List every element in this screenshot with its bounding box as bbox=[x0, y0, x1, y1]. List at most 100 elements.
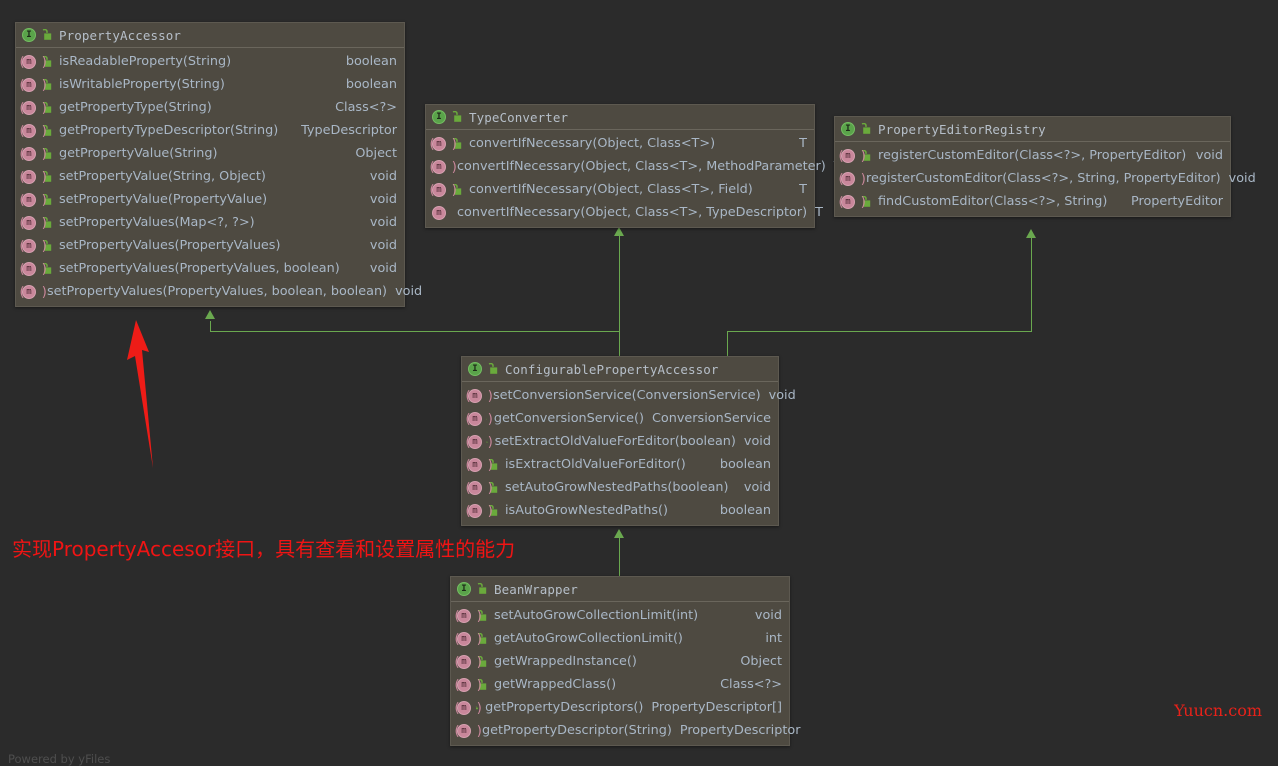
uml-member-row[interactable]: setPropertyValues(PropertyValues, boolea… bbox=[16, 280, 423, 303]
member-return-type: boolean bbox=[345, 77, 397, 92]
footer-attribution: Powered by yFiles bbox=[8, 752, 111, 766]
member-signature: convertIfNecessary(Object, Class<T>) bbox=[469, 136, 716, 151]
uml-class-header-property-accessor[interactable]: PropertyAccessor bbox=[16, 23, 404, 48]
uml-member-row[interactable]: setPropertyValues(PropertyValues) void bbox=[16, 234, 404, 257]
member-return-type: T bbox=[815, 205, 823, 220]
uml-member-row[interactable]: setPropertyValue(String, Object) void bbox=[16, 165, 404, 188]
member-signature: registerCustomEditor(Class<?>, String, P… bbox=[866, 171, 1221, 186]
member-return-type: void bbox=[369, 215, 397, 230]
member-return-type: PropertyEditor bbox=[1130, 194, 1223, 209]
uml-member-row[interactable]: registerCustomEditor(Class<?>, PropertyE… bbox=[835, 144, 1230, 167]
member-signature: setPropertyValue(PropertyValue) bbox=[59, 192, 268, 207]
uml-member-row[interactable]: getAutoGrowCollectionLimit() int bbox=[451, 627, 789, 650]
uml-member-row[interactable]: isExtractOldValueForEditor() boolean bbox=[462, 453, 778, 476]
member-signature: convertIfNecessary(Object, Class<T>, Met… bbox=[457, 159, 826, 174]
uml-member-row[interactable]: convertIfNecessary(Object, Class<T>) T bbox=[426, 132, 814, 155]
interface-icon bbox=[457, 582, 471, 596]
public-lock-icon bbox=[477, 583, 487, 594]
method-icon bbox=[839, 194, 858, 210]
method-icon bbox=[430, 182, 449, 198]
uml-member-row[interactable]: getPropertyDescriptor(String) PropertyDes… bbox=[451, 719, 801, 742]
member-return-type: PropertyDescriptor[] bbox=[651, 700, 782, 715]
uml-member-row[interactable]: getPropertyType(String) Class<?> bbox=[16, 96, 404, 119]
uml-member-row[interactable]: setAutoGrowNestedPaths(boolean) void bbox=[462, 476, 778, 499]
member-signature: getPropertyValue(String) bbox=[59, 146, 218, 161]
method-icon bbox=[466, 434, 485, 450]
uml-member-row[interactable]: convertIfNecessary(Object, Class<T>, Fie… bbox=[426, 178, 814, 201]
connector-cpa-to-pa-horizontal bbox=[210, 331, 620, 332]
member-signature: setPropertyValues(PropertyValues) bbox=[59, 238, 281, 253]
method-icon bbox=[455, 654, 474, 670]
uml-class-property-editor-registry[interactable]: PropertyEditorRegistry registerCustomEdit… bbox=[834, 116, 1256, 217]
uml-class-title: PropertyAccessor bbox=[59, 27, 182, 43]
member-signature: getWrappedInstance() bbox=[494, 654, 637, 669]
method-icon bbox=[466, 388, 485, 404]
uml-member-row[interactable]: getPropertyDescriptors() PropertyDescript… bbox=[451, 696, 789, 719]
member-return-type: void bbox=[369, 238, 397, 253]
member-return-type: void bbox=[395, 284, 423, 299]
interface-icon bbox=[22, 28, 36, 42]
method-icon bbox=[20, 261, 39, 277]
uml-class-members-type-converter: convertIfNecessary(Object, Class<T>) Tcon… bbox=[426, 130, 842, 227]
inheritance-arrowhead-property-accessor bbox=[205, 310, 215, 319]
uml-member-row[interactable]: setConversionService(ConversionService) v… bbox=[462, 384, 796, 407]
uml-class-header-property-editor-registry[interactable]: PropertyEditorRegistry bbox=[835, 117, 1230, 142]
uml-member-row[interactable]: setAutoGrowCollectionLimit(int) void bbox=[451, 604, 789, 627]
uml-member-row[interactable]: getWrappedClass() Class<?> bbox=[451, 673, 789, 696]
member-signature: setConversionService(ConversionService) bbox=[493, 388, 761, 403]
method-icon bbox=[20, 100, 39, 116]
uml-class-header-bean-wrapper[interactable]: BeanWrapper bbox=[451, 577, 789, 602]
uml-member-row[interactable]: registerCustomEditor(Class<?>, String, P… bbox=[835, 167, 1256, 190]
uml-member-row[interactable]: setPropertyValues(PropertyValues, boolea… bbox=[16, 257, 404, 280]
member-signature: getPropertyDescriptor(String) bbox=[482, 723, 672, 738]
uml-member-row[interactable]: isReadableProperty(String) boolean bbox=[16, 50, 404, 73]
member-return-type: void bbox=[743, 434, 771, 449]
member-return-type: boolean bbox=[719, 503, 771, 518]
uml-class-header-configurable-property-accessor[interactable]: ConfigurablePropertyAccessor bbox=[462, 357, 778, 382]
member-signature: registerCustomEditor(Class<?>, PropertyE… bbox=[878, 148, 1187, 163]
uml-class-members-property-editor-registry: registerCustomEditor(Class<?>, PropertyE… bbox=[835, 142, 1256, 216]
uml-member-row[interactable]: getWrappedInstance() Object bbox=[451, 650, 789, 673]
uml-member-row[interactable]: convertIfNecessary(Object, Class<T>, Typ… bbox=[426, 201, 823, 224]
method-icon bbox=[20, 284, 39, 300]
method-icon bbox=[466, 480, 485, 496]
uml-member-row[interactable]: setPropertyValues(Map<?, ?>) void bbox=[16, 211, 404, 234]
member-signature: setExtractOldValueForEditor(boolean) bbox=[494, 434, 736, 449]
uml-member-row[interactable]: isAutoGrowNestedPaths() boolean bbox=[462, 499, 778, 522]
method-icon bbox=[455, 700, 474, 716]
uml-class-property-accessor[interactable]: PropertyAccessor isReadableProperty(Strin… bbox=[15, 22, 423, 307]
method-icon bbox=[455, 608, 474, 624]
uml-class-type-converter[interactable]: TypeConverter convertIfNecessary(Object, … bbox=[425, 104, 842, 228]
uml-member-row[interactable]: setExtractOldValueForEditor(boolean) void bbox=[462, 430, 778, 453]
member-return-type: TypeDescriptor bbox=[301, 123, 397, 138]
method-icon bbox=[455, 723, 474, 739]
member-return-type: void bbox=[754, 608, 782, 623]
uml-class-header-type-converter[interactable]: TypeConverter bbox=[426, 105, 814, 130]
member-return-type: T bbox=[799, 182, 807, 197]
method-icon bbox=[20, 215, 39, 231]
inheritance-arrowhead-configurable-property-accessor bbox=[614, 529, 624, 538]
uml-member-row[interactable]: getPropertyTypeDescriptor(String) TypeDes… bbox=[16, 119, 404, 142]
uml-class-title: PropertyEditorRegistry bbox=[878, 121, 1046, 137]
uml-class-title: BeanWrapper bbox=[494, 581, 578, 597]
red-annotation-arrow bbox=[127, 320, 153, 468]
member-signature: isAutoGrowNestedPaths() bbox=[505, 503, 669, 518]
member-return-type: T bbox=[799, 136, 807, 151]
method-icon bbox=[839, 171, 858, 187]
uml-member-row[interactable]: setPropertyValue(PropertyValue) void bbox=[16, 188, 404, 211]
member-signature: getPropertyType(String) bbox=[59, 100, 212, 115]
uml-member-row[interactable]: isWritableProperty(String) boolean bbox=[16, 73, 404, 96]
inheritance-arrowhead-property-editor-registry bbox=[1026, 229, 1036, 238]
method-icon bbox=[430, 136, 449, 152]
uml-class-bean-wrapper[interactable]: BeanWrapper setAutoGrowCollectionLimit(in… bbox=[450, 576, 801, 746]
uml-member-row[interactable]: findCustomEditor(Class<?>, String) Proper… bbox=[835, 190, 1230, 213]
method-icon bbox=[839, 148, 858, 164]
interface-icon bbox=[468, 362, 482, 376]
uml-member-row[interactable]: getConversionService() ConversionService bbox=[462, 407, 778, 430]
connector-cpa-to-tc-vertical bbox=[619, 236, 620, 342]
uml-member-row[interactable]: convertIfNecessary(Object, Class<T>, Met… bbox=[426, 155, 842, 178]
interface-icon bbox=[432, 110, 446, 124]
uml-class-configurable-property-accessor[interactable]: ConfigurablePropertyAccessor setConversio… bbox=[461, 356, 796, 526]
method-icon bbox=[20, 123, 39, 139]
uml-member-row[interactable]: getPropertyValue(String) Object bbox=[16, 142, 404, 165]
